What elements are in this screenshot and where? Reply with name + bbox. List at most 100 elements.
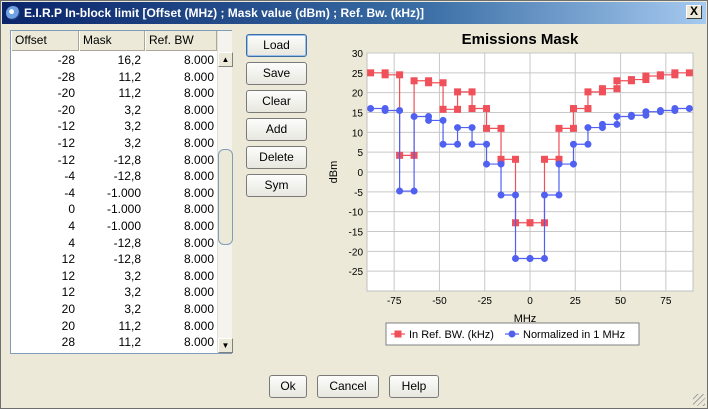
mask-cell[interactable]: -12,8 xyxy=(79,168,145,185)
scroll-thumb[interactable] xyxy=(218,149,233,245)
table-row[interactable]: 4 -12,8 8.000 xyxy=(11,235,217,252)
table-row[interactable]: -12 3,2 8.000 xyxy=(11,135,217,152)
cancel-button[interactable]: Cancel xyxy=(317,375,379,398)
offset-cell[interactable]: -12 xyxy=(11,118,79,135)
ref-bw-cell[interactable]: 8.000 xyxy=(145,351,217,353)
table-scrollbar[interactable]: ▲ ▼ xyxy=(217,31,233,353)
offset-cell[interactable]: -28 xyxy=(11,69,79,86)
ref-bw-cell[interactable]: 8.000 xyxy=(145,118,217,135)
table-row[interactable]: 4 -1.000 8.000 xyxy=(11,218,217,235)
data-point-ref-bw xyxy=(483,105,491,113)
sym-button[interactable]: Sym xyxy=(246,174,307,197)
ref-bw-cell[interactable]: 8.000 xyxy=(145,301,217,318)
mask-cell[interactable]: 11,2 xyxy=(79,85,145,102)
add-button[interactable]: Add xyxy=(246,118,307,141)
mask-cell[interactable]: -12,8 xyxy=(79,152,145,169)
ref-bw-cell[interactable]: 8.000 xyxy=(145,201,217,218)
delete-button[interactable]: Delete xyxy=(246,146,307,169)
save-button[interactable]: Save xyxy=(246,62,307,85)
ref-bw-cell[interactable]: 8.000 xyxy=(145,318,217,335)
mask-cell[interactable]: -12,8 xyxy=(79,251,145,268)
scroll-down-button[interactable]: ▼ xyxy=(218,338,233,353)
ref-bw-cell[interactable]: 8.000 xyxy=(145,52,217,69)
offset-cell[interactable]: 4 xyxy=(11,235,79,252)
offset-cell[interactable]: 28 xyxy=(11,351,79,353)
offset-cell[interactable]: 12 xyxy=(11,268,79,285)
offset-cell[interactable]: -4 xyxy=(11,185,79,202)
title-bar[interactable]: E.I.R.P In-block limit [Offset (MHz) ; M… xyxy=(2,2,706,24)
mask-cell[interactable]: 3,2 xyxy=(79,118,145,135)
offset-cell[interactable]: -4 xyxy=(11,168,79,185)
mask-cell[interactable]: -1.000 xyxy=(79,218,145,235)
table-row[interactable]: -4 -1.000 8.000 xyxy=(11,185,217,202)
mask-cell[interactable]: 3,2 xyxy=(79,268,145,285)
table-row[interactable]: -4 -12,8 8.000 xyxy=(11,168,217,185)
mask-cell[interactable]: 3,2 xyxy=(79,284,145,301)
ref-bw-cell[interactable]: 8.000 xyxy=(145,85,217,102)
ref-bw-cell[interactable]: 8.000 xyxy=(145,152,217,169)
column-header-ref-bw[interactable]: Ref. BW xyxy=(145,31,217,51)
table-row[interactable]: -28 16,2 8.000 xyxy=(11,52,217,69)
offset-cell[interactable]: -12 xyxy=(11,135,79,152)
mask-cell[interactable]: 3,2 xyxy=(79,102,145,119)
ok-button[interactable]: Ok xyxy=(269,375,307,398)
column-header-mask[interactable]: Mask xyxy=(79,31,145,51)
offset-cell[interactable]: 12 xyxy=(11,251,79,268)
x-tick-label: -25 xyxy=(477,296,492,307)
ref-bw-cell[interactable]: 8.000 xyxy=(145,251,217,268)
ref-bw-cell[interactable]: 8.000 xyxy=(145,235,217,252)
table-row[interactable]: -12 -12,8 8.000 xyxy=(11,152,217,169)
close-button[interactable]: X xyxy=(686,5,702,19)
ref-bw-cell[interactable]: 8.000 xyxy=(145,135,217,152)
table-row[interactable]: 12 3,2 8.000 xyxy=(11,268,217,285)
table-row[interactable]: 0 -1.000 8.000 xyxy=(11,201,217,218)
table-row[interactable]: -28 11,2 8.000 xyxy=(11,69,217,86)
offset-cell[interactable]: 12 xyxy=(11,284,79,301)
offset-cell[interactable]: -20 xyxy=(11,85,79,102)
ref-bw-cell[interactable]: 8.000 xyxy=(145,102,217,119)
ref-bw-cell[interactable]: 8.000 xyxy=(145,268,217,285)
clear-button[interactable]: Clear xyxy=(246,90,307,113)
mask-cell[interactable]: 16,2 xyxy=(79,52,145,69)
table-row[interactable]: 12 3,2 8.000 xyxy=(11,284,217,301)
mask-cell[interactable]: 3,2 xyxy=(79,301,145,318)
mask-cell[interactable]: 11,2 xyxy=(79,318,145,335)
offset-cell[interactable]: 28 xyxy=(11,334,79,351)
table-row[interactable]: -12 3,2 8.000 xyxy=(11,118,217,135)
offset-cell[interactable]: 20 xyxy=(11,318,79,335)
load-button[interactable]: Load xyxy=(246,34,307,57)
mask-cell[interactable]: 16,2 xyxy=(79,351,145,353)
ref-bw-cell[interactable]: 8.000 xyxy=(145,284,217,301)
ref-bw-cell[interactable]: 8.000 xyxy=(145,334,217,351)
table-row[interactable]: 20 11,2 8.000 xyxy=(11,318,217,335)
ref-bw-cell[interactable]: 8.000 xyxy=(145,185,217,202)
mask-cell[interactable]: -1.000 xyxy=(79,185,145,202)
mask-cell[interactable]: -1.000 xyxy=(79,201,145,218)
mask-cell[interactable]: 3,2 xyxy=(79,135,145,152)
data-point-ref-bw xyxy=(627,76,635,84)
ref-bw-cell[interactable]: 8.000 xyxy=(145,69,217,86)
table-row[interactable]: -20 3,2 8.000 xyxy=(11,102,217,119)
mask-cell[interactable]: -12,8 xyxy=(79,235,145,252)
scroll-up-button[interactable]: ▲ xyxy=(218,52,233,67)
table-row[interactable]: 28 11,2 8.000 xyxy=(11,334,217,351)
resize-grip[interactable] xyxy=(693,394,705,406)
table-row[interactable]: 12 -12,8 8.000 xyxy=(11,251,217,268)
data-point-normalized xyxy=(468,124,476,132)
offset-cell[interactable]: -28 xyxy=(11,52,79,69)
column-header-offset[interactable]: Offset xyxy=(11,31,79,51)
table-row[interactable]: 2816,28.000 xyxy=(11,351,217,353)
mask-cell[interactable]: 11,2 xyxy=(79,334,145,351)
table-row[interactable]: -20 11,2 8.000 xyxy=(11,85,217,102)
offset-cell[interactable]: 20 xyxy=(11,301,79,318)
ref-bw-cell[interactable]: 8.000 xyxy=(145,218,217,235)
offset-cell[interactable]: 4 xyxy=(11,218,79,235)
mask-cell[interactable]: 11,2 xyxy=(79,69,145,86)
offset-cell[interactable]: -20 xyxy=(11,102,79,119)
table-row[interactable]: 20 3,2 8.000 xyxy=(11,301,217,318)
x-tick-label: -50 xyxy=(432,296,447,307)
offset-cell[interactable]: 0 xyxy=(11,201,79,218)
ref-bw-cell[interactable]: 8.000 xyxy=(145,168,217,185)
offset-cell[interactable]: -12 xyxy=(11,152,79,169)
help-button[interactable]: Help xyxy=(389,375,439,398)
